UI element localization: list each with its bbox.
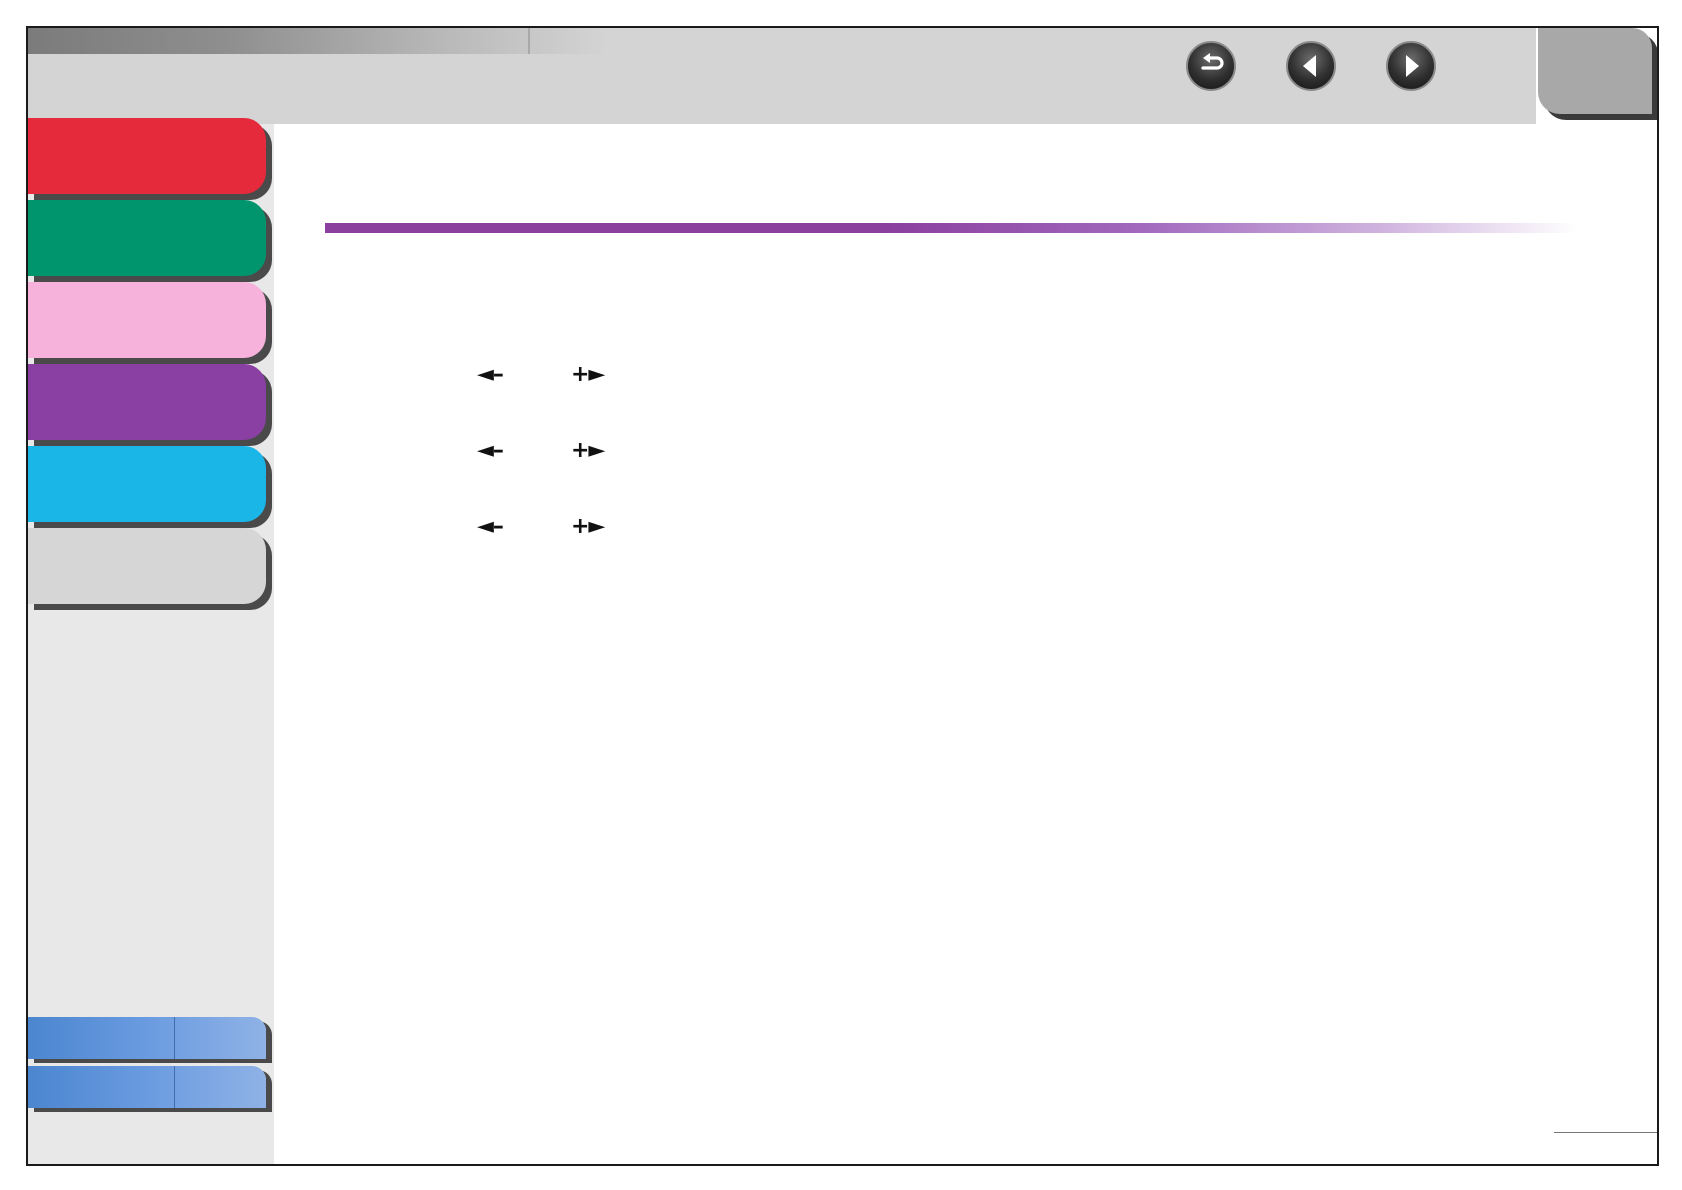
top-strip-divider xyxy=(528,28,530,54)
return-arrow-icon xyxy=(1201,53,1224,70)
minus-key[interactable]: ◄– xyxy=(477,514,504,539)
previous-page-button[interactable] xyxy=(1286,41,1336,91)
bottom-tab-divider xyxy=(174,1066,175,1108)
sidebar xyxy=(28,118,274,1164)
minus-key[interactable]: ◄– xyxy=(477,362,504,387)
adjust-row-1: ◄– +► xyxy=(477,362,627,388)
right-triangle-icon xyxy=(1406,55,1419,77)
left-triangle-icon xyxy=(1303,55,1316,77)
sidebar-tab-green[interactable] xyxy=(28,200,266,276)
back-button[interactable] xyxy=(1186,41,1236,91)
plus-key[interactable]: +► xyxy=(571,438,605,463)
sidebar-tab-gray[interactable] xyxy=(28,528,266,604)
sidebar-tab-pink[interactable] xyxy=(28,282,266,358)
adjust-row-2: ◄– +► xyxy=(477,438,627,464)
top-bar xyxy=(28,28,1536,124)
next-page-button[interactable] xyxy=(1386,41,1436,91)
bottom-tab-divider xyxy=(174,1017,175,1059)
bottom-tab-upper[interactable] xyxy=(28,1017,266,1059)
page-frame: ◄– +► ◄– +► ◄– +► xyxy=(26,26,1659,1166)
plus-key[interactable]: +► xyxy=(571,514,605,539)
bottom-tab-lower[interactable] xyxy=(28,1066,266,1108)
sidebar-tab-red[interactable] xyxy=(28,118,266,194)
adjust-row-3: ◄– +► xyxy=(477,514,627,540)
sidebar-tab-purple[interactable] xyxy=(28,364,266,440)
footer-rule xyxy=(1554,1132,1657,1133)
plus-key[interactable]: +► xyxy=(571,362,605,387)
section-heading-rule xyxy=(325,223,1577,233)
page-number-tab xyxy=(1538,28,1652,114)
minus-key[interactable]: ◄– xyxy=(477,438,504,463)
top-strip xyxy=(28,28,608,54)
sidebar-tab-cyan[interactable] xyxy=(28,446,266,522)
